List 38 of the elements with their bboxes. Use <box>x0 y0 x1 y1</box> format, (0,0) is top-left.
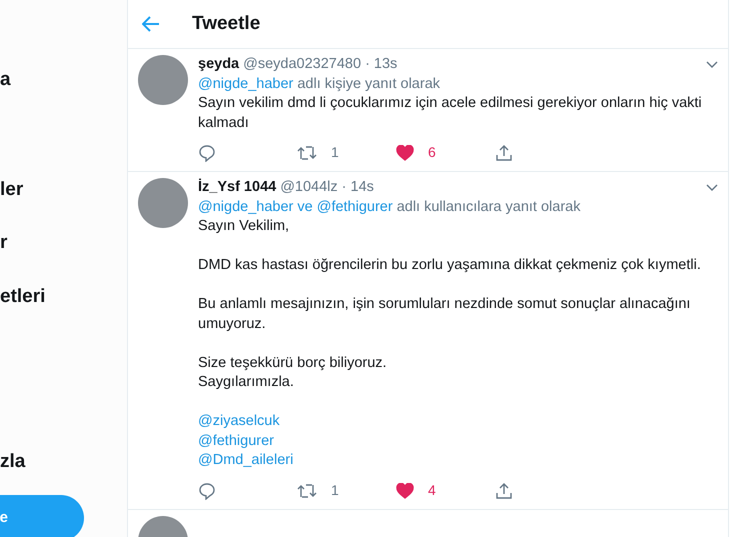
retweet-count: 1 <box>331 480 339 500</box>
tweet-text: Sayın vekilim dmd li çocuklarımız için acele edilmesi gerekiyor onların hiç vakti kalmadı <box>198 94 703 132</box>
user-name[interactable]: şeyda <box>198 55 240 74</box>
tweet-time: 13s <box>374 55 398 74</box>
reply-context: adlı kişiye yanıt olarak <box>297 74 440 94</box>
separator-dot: · <box>365 55 370 74</box>
chevron-down-icon[interactable] <box>706 184 718 192</box>
heart-icon[interactable] <box>396 482 414 498</box>
user-name[interactable]: İz_Ysf 1044 <box>198 178 276 198</box>
user-handle: @1044lz <box>280 178 338 197</box>
nav-item[interactable]: ler <box>0 179 24 200</box>
reply-icon[interactable] <box>198 482 216 500</box>
heart-icon[interactable] <box>396 145 414 161</box>
nav-item[interactable]: zla <box>0 451 26 472</box>
tweet-text: Size teşekkürü borç biliyoruz. Saygılarımızla. <box>198 354 388 392</box>
nav-item[interactable]: a <box>0 69 11 90</box>
tweet-text: DMD kas hastası öğrencilerin bu zorlu yaşamına dikkat çekmeniz çok kıymetli. <box>198 256 702 275</box>
retweet-count: 1 <box>331 143 339 162</box>
tweet-text: Sayın Vekilim, <box>198 217 290 236</box>
chevron-down-icon[interactable] <box>706 61 718 69</box>
like-count: 4 <box>428 480 436 500</box>
avatar-photo[interactable] <box>138 55 188 105</box>
share-icon[interactable] <box>495 144 513 162</box>
retweet-icon[interactable] <box>297 482 317 498</box>
avatar-photo[interactable] <box>138 178 188 228</box>
tweet-text: Bu anlamlı mesajınızın, işin sorumluları nezdinde somut sonuçlar alınacağını umuyoruz. <box>198 295 692 334</box>
tweet-time: 14s <box>350 178 374 197</box>
nav-item[interactable]: etleri <box>0 286 46 307</box>
reply-context: adlı kullanıcılara yanıt olarak <box>396 198 580 216</box>
retweet-icon[interactable] <box>297 145 317 161</box>
reply-icon[interactable] <box>198 144 216 162</box>
separator-dot: · <box>342 178 346 197</box>
page-title: Tweetle <box>192 12 260 36</box>
back-arrow-icon[interactable] <box>142 16 160 32</box>
share-icon[interactable] <box>495 482 513 500</box>
user-handle: @seyda02327480 <box>243 55 362 74</box>
like-count: 6 <box>428 143 436 162</box>
nav-item[interactable]: r <box>0 232 8 253</box>
